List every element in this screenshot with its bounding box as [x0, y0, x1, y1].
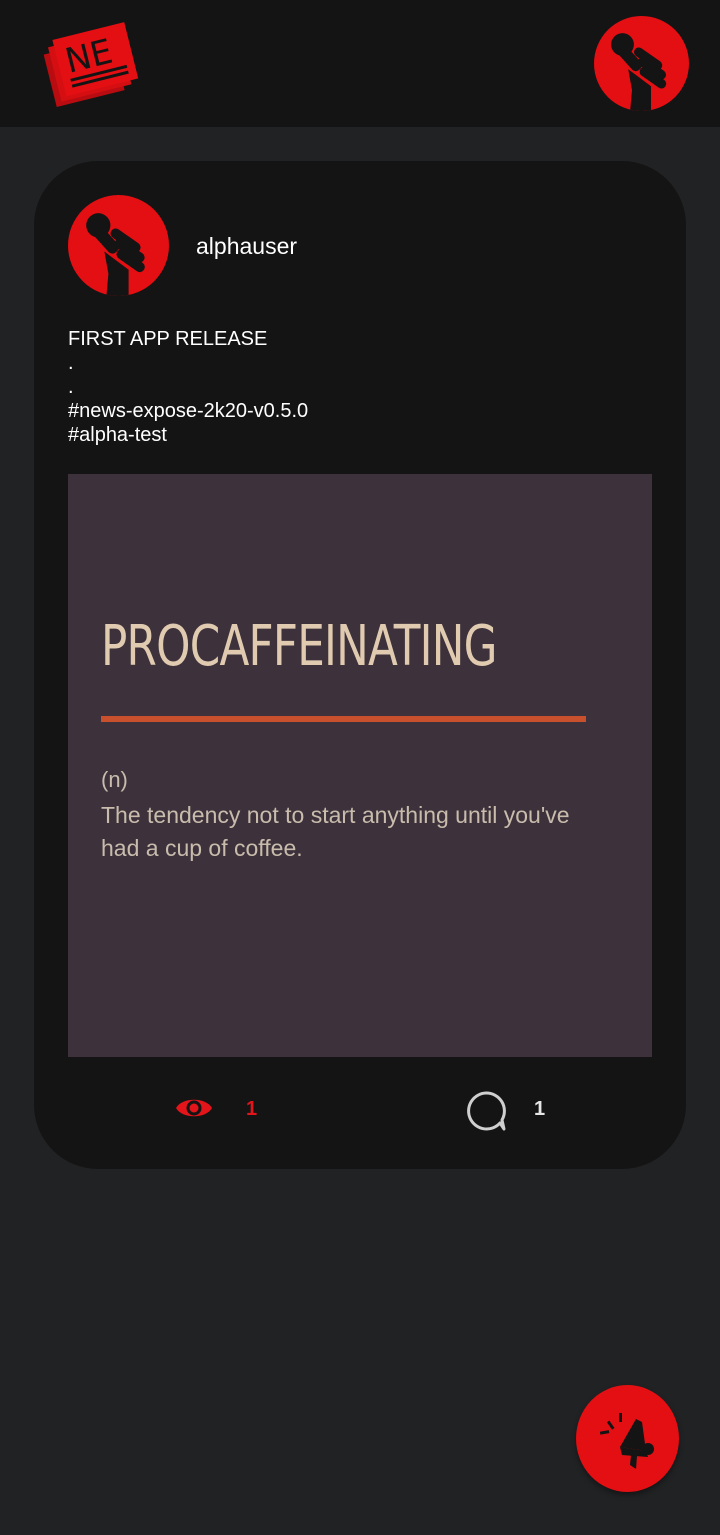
raised-fist-microphone-icon [86, 213, 145, 296]
image-divider [101, 716, 586, 722]
comments-count: 1 [534, 1098, 546, 1120]
post-stats: 1 1 [34, 1081, 686, 1141]
post-card: alphauser FIRST APP RELEASE . . #news-ex… [34, 161, 686, 1169]
profile-button[interactable] [594, 16, 689, 111]
post-image[interactable]: PROCAFFEINATING (n) The tendency not to … [68, 474, 652, 1057]
raised-fist-microphone-icon [611, 33, 667, 111]
top-app-bar: NE [0, 0, 720, 127]
views-count: 1 [246, 1098, 258, 1120]
post-text-line: . [68, 376, 74, 398]
eye-icon[interactable] [174, 1093, 214, 1123]
comment-bubble-icon[interactable] [464, 1089, 508, 1133]
author-avatar[interactable] [68, 195, 169, 296]
create-post-button[interactable] [576, 1385, 679, 1492]
author-username[interactable]: alphauser [196, 233, 297, 260]
megaphone-icon [599, 1413, 654, 1469]
post-text-line: . [68, 352, 74, 374]
newspaper-logo-icon[interactable]: NE [38, 18, 140, 116]
image-title: PROCAFFEINATING [101, 614, 498, 679]
post-text-line: FIRST APP RELEASE [68, 328, 268, 350]
post-body: FIRST APP RELEASE . . #news-expose-2k20-… [68, 327, 648, 447]
image-part-of-speech: (n) [101, 767, 128, 792]
post-hashtag[interactable]: #news-expose-2k20-v0.5.0 [68, 399, 648, 423]
image-definition: The tendency not to start anything until… [101, 802, 570, 861]
post-hashtag[interactable]: #alpha-test [68, 423, 648, 447]
